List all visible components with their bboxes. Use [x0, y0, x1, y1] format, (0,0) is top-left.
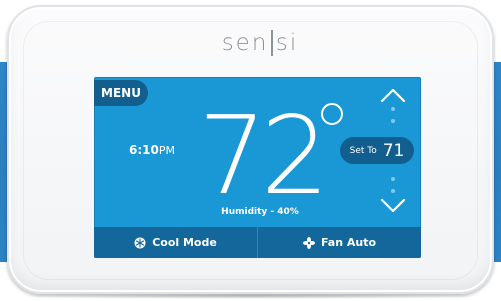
menu-button[interactable]: MENU: [94, 80, 148, 106]
up-indicator-dot: [391, 107, 395, 111]
current-temperature: 72: [198, 94, 329, 219]
thermostat-device: sen si MENU 6:10PM 72 Humidity - 40% Set…: [7, 5, 494, 294]
up-indicator-dot: [391, 119, 395, 123]
clock-time: 6:10: [129, 143, 159, 157]
down-indicator-dot: [391, 177, 395, 181]
clock-ampm: PM: [158, 144, 175, 157]
fan-auto-label: Fan Auto: [320, 236, 377, 249]
chevron-up-icon[interactable]: [380, 86, 406, 104]
set-to-button[interactable]: Set To 71: [340, 137, 414, 164]
down-indicator-dot: [391, 189, 395, 193]
brand-logo-bar: [271, 30, 273, 56]
humidity-readout: Humidity - 40%: [221, 207, 299, 217]
set-to-label: Set To: [349, 145, 377, 156]
snowflake-icon: [134, 237, 146, 249]
degree-symbol: [321, 103, 343, 125]
mode-bar: Cool Mode Fan Auto: [94, 227, 421, 258]
brand-logo-left: sen: [221, 30, 269, 56]
set-to-value: 71: [382, 140, 405, 161]
fan-icon: [302, 236, 315, 249]
cool-mode-button[interactable]: Cool Mode: [94, 227, 257, 258]
thermostat-screen: MENU 6:10PM 72 Humidity - 40% Set To 71: [94, 77, 421, 258]
clock-display: 6:10PM: [129, 143, 175, 157]
cool-mode-label: Cool Mode: [152, 236, 217, 249]
chevron-down-icon[interactable]: [380, 197, 406, 215]
fan-auto-button[interactable]: Fan Auto: [258, 227, 421, 258]
brand-logo-right: si: [275, 30, 299, 56]
brand-logo: sen si: [214, 29, 306, 57]
